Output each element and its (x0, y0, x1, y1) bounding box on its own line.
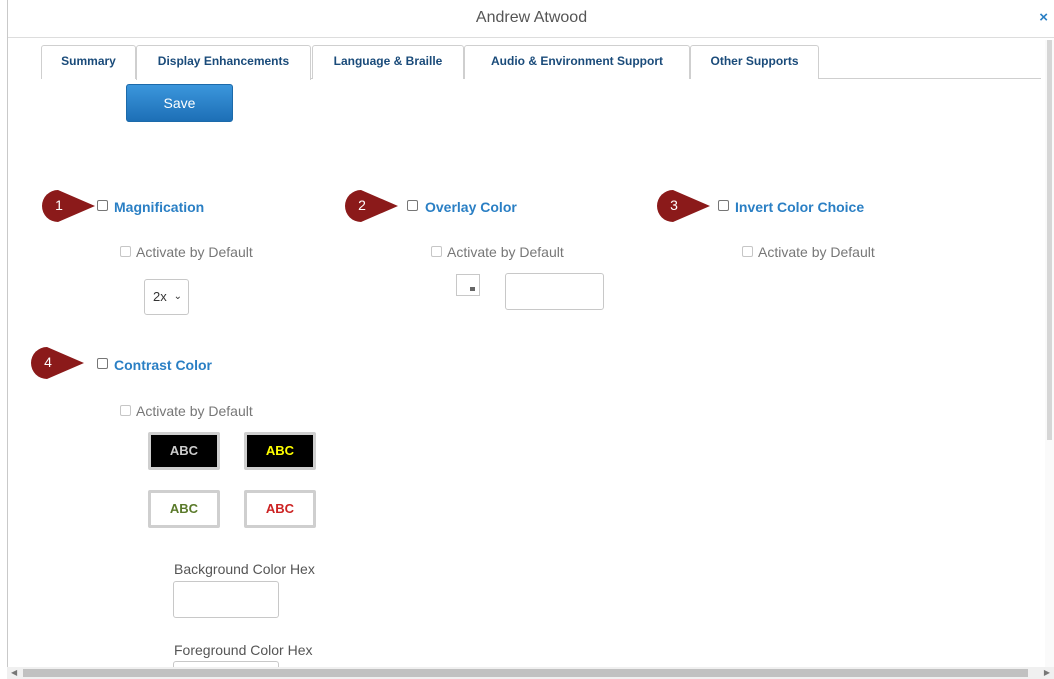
tab-summary[interactable]: Summary (41, 45, 136, 79)
contrast-swatch-yellow-on-black[interactable]: ABC (244, 432, 316, 470)
dialog-title: Andrew Atwood (475, 9, 588, 26)
vertical-scroll-thumb[interactable] (1047, 40, 1052, 440)
zoom-value: 2x (153, 289, 167, 304)
contrast-swatch-red-on-white[interactable]: ABC (244, 490, 316, 528)
tab-language-braille[interactable]: Language & Braille (312, 45, 464, 79)
background-hex-input[interactable] (173, 581, 279, 618)
title-bar: Andrew Atwood × (8, 0, 1054, 38)
overlay-activate-label: Activate by Default (447, 244, 564, 260)
contrast-swatch-green-on-white[interactable]: ABC (148, 490, 220, 528)
step-badge-2: 2 (344, 189, 398, 223)
step-badge-1: 1 (41, 189, 95, 223)
overlay-color-picker[interactable] (456, 274, 480, 296)
invert-label: Invert Color Choice (735, 199, 865, 215)
magnification-activate-label: Activate by Default (136, 244, 253, 260)
chevron-down-icon: ⌄ (173, 291, 182, 302)
horizontal-scrollbar[interactable]: ◀ ▶ (7, 667, 1054, 679)
overlay-activate-checkbox[interactable] (431, 246, 442, 257)
scroll-right-icon[interactable]: ▶ (1044, 667, 1050, 679)
foreground-hex-label: Foreground Color Hex (174, 642, 313, 658)
contrast-activate-label: Activate by Default (136, 403, 253, 419)
tab-audio-environment[interactable]: Audio & Environment Support (464, 45, 690, 79)
invert-activate-checkbox[interactable] (742, 246, 753, 257)
background-hex-label: Background Color Hex (174, 561, 315, 577)
save-button[interactable]: Save (126, 84, 233, 122)
contrast-label: Contrast Color (114, 357, 212, 373)
overlay-checkbox[interactable] (407, 200, 418, 211)
horizontal-scroll-thumb[interactable] (23, 669, 1028, 677)
tab-display-enhancements[interactable]: Display Enhancements (136, 45, 311, 80)
badge-number: 1 (55, 197, 63, 213)
magnification-activate-checkbox[interactable] (120, 246, 131, 257)
zoom-select[interactable]: 2x ⌄ (144, 279, 189, 315)
invert-activate-label: Activate by Default (758, 244, 875, 260)
magnification-checkbox[interactable] (97, 200, 108, 211)
overlay-color-input[interactable] (505, 273, 604, 310)
badge-number: 2 (358, 197, 366, 213)
overlay-label: Overlay Color (425, 199, 517, 215)
tab-other-supports[interactable]: Other Supports (690, 45, 819, 79)
badge-number: 4 (44, 354, 52, 370)
vertical-scrollbar[interactable] (1045, 40, 1054, 667)
invert-checkbox[interactable] (718, 200, 729, 211)
step-badge-3: 3 (656, 189, 710, 223)
scroll-left-icon[interactable]: ◀ (11, 667, 17, 679)
badge-number: 3 (670, 197, 678, 213)
close-icon[interactable]: × (1039, 9, 1048, 26)
contrast-activate-checkbox[interactable] (120, 405, 131, 416)
picker-arrow-icon (470, 287, 475, 291)
tab-bar: Summary Display Enhancements Language & … (41, 45, 1041, 80)
magnification-label: Magnification (114, 199, 205, 215)
step-badge-4: 4 (30, 346, 84, 380)
contrast-swatch-gray-on-black[interactable]: ABC (148, 432, 220, 470)
contrast-checkbox[interactable] (97, 358, 108, 369)
